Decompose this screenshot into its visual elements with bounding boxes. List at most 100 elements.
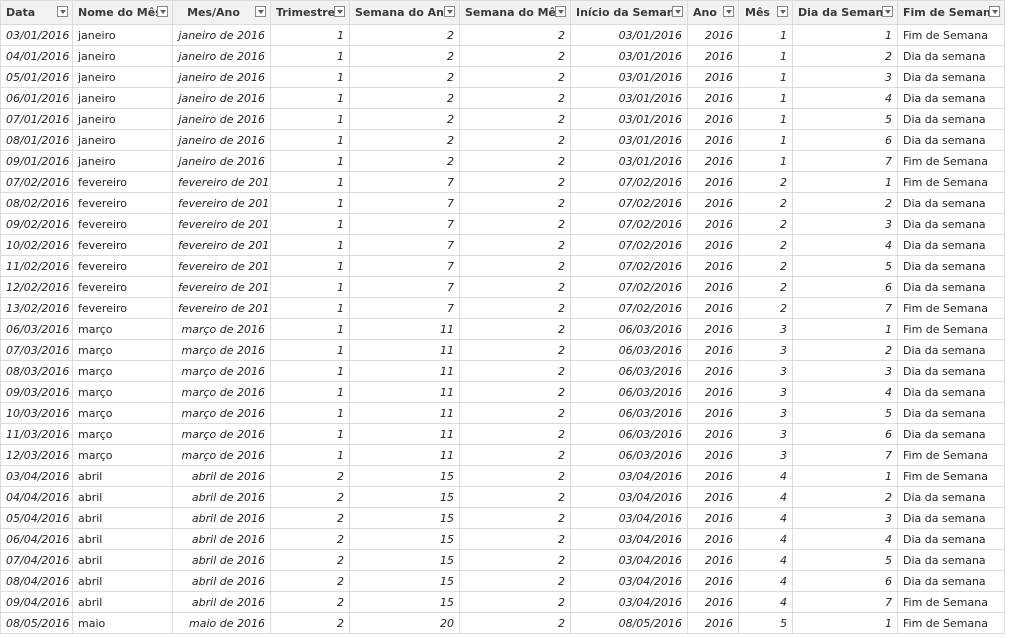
table-row[interactable]: 06/01/2016 janeiro janeiro de 2016 1 2 2 03/01… <box>0 87 1005 109</box>
filter-dropdown-icon[interactable] <box>444 6 455 17</box>
table-cell: 2 <box>738 171 793 193</box>
table-cell: 07/02/2016 <box>570 297 688 319</box>
column-header[interactable]: Trimestre <box>270 0 350 25</box>
table-row[interactable]: 03/04/2016 abril abril de 2016 2 15 2 03/04/20… <box>0 465 1005 487</box>
table-cell: 4 <box>792 234 898 256</box>
filter-dropdown-icon[interactable] <box>555 6 566 17</box>
column-header[interactable]: Data <box>0 0 73 25</box>
table-row[interactable]: 08/04/2016 abril abril de 2016 2 15 2 03/04/20… <box>0 570 1005 592</box>
table-row[interactable]: 06/04/2016 abril abril de 2016 2 15 2 03/04/20… <box>0 528 1005 550</box>
table-row[interactable]: 05/01/2016 janeiro janeiro de 2016 1 2 2 03/01… <box>0 66 1005 88</box>
table-cell: Dia da semana <box>897 255 1005 277</box>
column-header[interactable]: Semana do Mês <box>459 0 571 25</box>
table-cell: abril <box>72 570 173 592</box>
table-cell: 2016 <box>687 444 739 466</box>
table-cell: 3 <box>792 66 898 88</box>
table-row[interactable]: 08/01/2016 janeiro janeiro de 2016 1 2 2 03/01… <box>0 129 1005 151</box>
table-cell: fevereiro <box>72 171 173 193</box>
table-cell: 2016 <box>687 360 739 382</box>
column-header[interactable]: Semana do Ano <box>349 0 460 25</box>
table-cell: 03/01/2016 <box>570 45 688 67</box>
table-row[interactable]: 06/03/2016 março março de 2016 1 11 2 06/03/20… <box>0 318 1005 340</box>
column-header[interactable]: Mês <box>738 0 793 25</box>
column-header[interactable]: Fim de Semana <box>897 0 1005 25</box>
table-row[interactable]: 09/03/2016 março março de 2016 1 11 2 06/03/20… <box>0 381 1005 403</box>
filter-dropdown-icon[interactable] <box>777 6 788 17</box>
filter-dropdown-icon[interactable] <box>57 6 68 17</box>
filter-dropdown-icon[interactable] <box>255 6 266 17</box>
table-cell: 1 <box>270 171 350 193</box>
table-row[interactable]: 08/03/2016 março março de 2016 1 11 2 06/03/20… <box>0 360 1005 382</box>
filter-dropdown-icon[interactable] <box>157 6 168 17</box>
table-row[interactable]: 04/01/2016 janeiro janeiro de 2016 1 2 2 03/01… <box>0 45 1005 67</box>
column-header[interactable]: Nome do Mês <box>72 0 173 25</box>
table-cell: janeiro de 2016 <box>172 150 271 172</box>
table-cell: 5 <box>738 612 793 634</box>
filter-dropdown-icon[interactable] <box>334 6 345 17</box>
table-cell: 03/04/2016 <box>570 591 688 613</box>
table-row[interactable]: 09/04/2016 abril abril de 2016 2 15 2 03/04/20… <box>0 591 1005 613</box>
table-row[interactable]: 08/05/2016 maio maio de 2016 2 20 2 08/05/2016… <box>0 612 1005 634</box>
table-cell: 2 <box>459 66 571 88</box>
table-cell: 3 <box>792 360 898 382</box>
table-cell: fevereiro <box>72 234 173 256</box>
table-row[interactable]: 04/04/2016 abril abril de 2016 2 15 2 03/04/20… <box>0 486 1005 508</box>
table-cell: fevereiro <box>72 297 173 319</box>
table-row[interactable]: 10/02/2016 fevereiro fevereiro de 2016 1 7 2 0… <box>0 234 1005 256</box>
column-header-label: Mes/Ano <box>187 6 240 19</box>
table-row[interactable]: 09/01/2016 janeiro janeiro de 2016 1 2 2 03/01… <box>0 150 1005 172</box>
filter-dropdown-icon[interactable] <box>882 6 893 17</box>
table-cell: abril <box>72 465 173 487</box>
table-row[interactable]: 07/01/2016 janeiro janeiro de 2016 1 2 2 03/01… <box>0 108 1005 130</box>
table-cell: maio de 2016 <box>172 612 271 634</box>
table-cell: 2 <box>459 402 571 424</box>
table-cell: 07/02/2016 <box>570 255 688 277</box>
table-cell: março de 2016 <box>172 423 271 445</box>
table-cell: 05/01/2016 <box>0 66 73 88</box>
table-row[interactable]: 09/02/2016 fevereiro fevereiro de 2016 1 7 2 0… <box>0 213 1005 235</box>
table-row[interactable]: 11/02/2016 fevereiro fevereiro de 2016 1 7 2 0… <box>0 255 1005 277</box>
table-row[interactable]: 07/03/2016 março março de 2016 1 11 2 06/03/20… <box>0 339 1005 361</box>
column-header[interactable]: Mes/Ano <box>172 0 271 25</box>
table-cell: 07/02/2016 <box>570 171 688 193</box>
table-row[interactable]: 08/02/2016 fevereiro fevereiro de 2016 1 7 2 0… <box>0 192 1005 214</box>
table-cell: 2016 <box>687 528 739 550</box>
table-cell: fevereiro de 2016 <box>172 297 271 319</box>
table-row[interactable]: 07/04/2016 abril abril de 2016 2 15 2 03/04/20… <box>0 549 1005 571</box>
table-cell: abril de 2016 <box>172 507 271 529</box>
column-header[interactable]: Início da Semana <box>570 0 688 25</box>
table-cell: 15 <box>349 591 460 613</box>
column-header-label: Dia da Semana <box>798 6 891 19</box>
table-cell: 2 <box>738 276 793 298</box>
table-cell: 07/02/2016 <box>570 213 688 235</box>
table-cell: janeiro <box>72 150 173 172</box>
table-cell: 2016 <box>687 465 739 487</box>
table-cell: 2016 <box>687 192 739 214</box>
column-header[interactable]: Dia da Semana <box>792 0 898 25</box>
table-cell: janeiro <box>72 66 173 88</box>
table-cell: 1 <box>792 465 898 487</box>
table-cell: 06/03/2016 <box>570 423 688 445</box>
table-cell: 1 <box>270 339 350 361</box>
table-cell: 2 <box>459 570 571 592</box>
table-row[interactable]: 12/02/2016 fevereiro fevereiro de 2016 1 7 2 0… <box>0 276 1005 298</box>
table-row[interactable]: 11/03/2016 março março de 2016 1 11 2 06/03/20… <box>0 423 1005 445</box>
table-cell: Fim de Semana <box>897 444 1005 466</box>
table-cell: 2016 <box>687 339 739 361</box>
table-cell: janeiro de 2016 <box>172 108 271 130</box>
table-row[interactable]: 03/01/2016 janeiro janeiro de 2016 1 2 2 03/01… <box>0 24 1005 46</box>
column-header[interactable]: Ano <box>687 0 739 25</box>
column-header-label: Fim de Semana <box>903 6 999 19</box>
table-cell: Fim de Semana <box>897 150 1005 172</box>
table-row[interactable]: 05/04/2016 abril abril de 2016 2 15 2 03/04/20… <box>0 507 1005 529</box>
filter-dropdown-icon[interactable] <box>672 6 683 17</box>
table-row[interactable]: 13/02/2016 fevereiro fevereiro de 2016 1 7 2 0… <box>0 297 1005 319</box>
filter-dropdown-icon[interactable] <box>723 6 734 17</box>
filter-dropdown-icon[interactable] <box>989 6 1000 17</box>
table-cell: 2016 <box>687 66 739 88</box>
table-cell: 6 <box>792 276 898 298</box>
table-cell: março <box>72 360 173 382</box>
table-row[interactable]: 10/03/2016 março março de 2016 1 11 2 06/03/20… <box>0 402 1005 424</box>
table-row[interactable]: 12/03/2016 março março de 2016 1 11 2 06/03/20… <box>0 444 1005 466</box>
table-row[interactable]: 07/02/2016 fevereiro fevereiro de 2016 1 7 2 0… <box>0 171 1005 193</box>
